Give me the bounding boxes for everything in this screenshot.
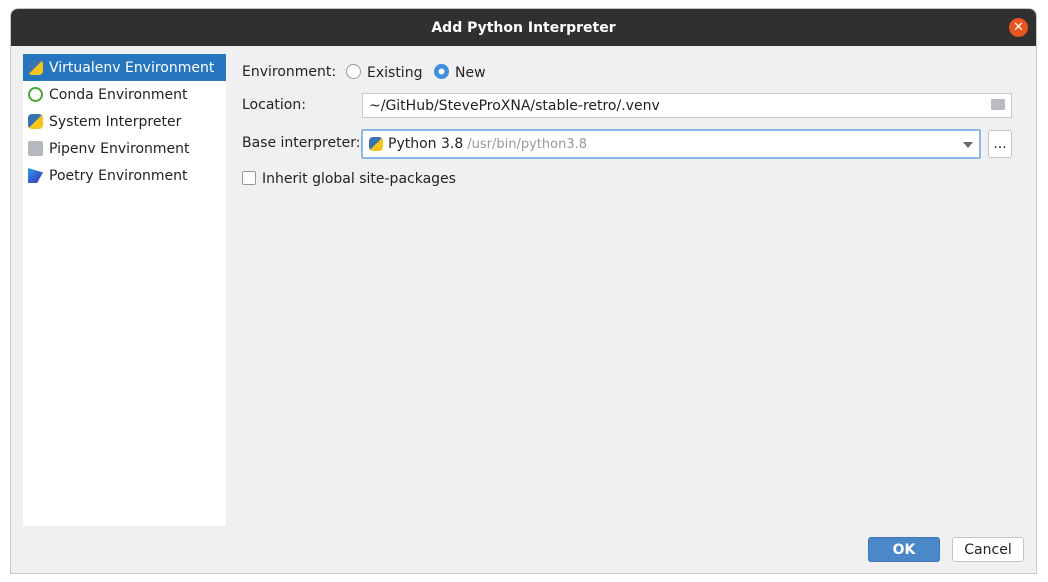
- sidebar-item-label: Poetry Environment: [49, 167, 188, 184]
- conda-icon: [28, 87, 43, 102]
- inherit-checkbox[interactable]: Inherit global site-packages: [242, 171, 456, 187]
- inherit-label: Inherit global site-packages: [262, 171, 456, 187]
- new-label: New: [455, 65, 486, 81]
- sidebar-item-label: Conda Environment: [49, 86, 188, 103]
- python-icon: [28, 114, 43, 129]
- radio-icon: [346, 64, 361, 79]
- existing-radio[interactable]: Existing: [346, 64, 422, 81]
- sidebar-item-label: Virtualenv Environment: [49, 59, 215, 76]
- location-label: Location:: [242, 97, 306, 113]
- title-bar: Add Python Interpreter: [11, 9, 1036, 46]
- new-radio[interactable]: New: [434, 64, 486, 81]
- cancel-button[interactable]: Cancel: [952, 537, 1024, 562]
- interpreter-path: /usr/bin/python3.8: [467, 136, 587, 152]
- radio-selected-icon: [434, 64, 449, 79]
- virtualenv-icon: [28, 60, 43, 75]
- sidebar-item-conda[interactable]: Conda Environment: [23, 81, 226, 108]
- poetry-icon: [28, 168, 43, 183]
- close-button[interactable]: ✕: [1009, 18, 1028, 37]
- sidebar-item-label: Pipenv Environment: [49, 140, 190, 157]
- sidebar-item-virtualenv[interactable]: Virtualenv Environment: [23, 54, 226, 81]
- sidebar-item-pipenv[interactable]: Pipenv Environment: [23, 135, 226, 162]
- sidebar-item-label: System Interpreter: [49, 113, 182, 130]
- base-interpreter-label: Base interpreter:: [242, 135, 361, 151]
- base-interpreter-select[interactable]: Python 3.8 /usr/bin/python3.8: [361, 129, 981, 159]
- sidebar-item-system[interactable]: System Interpreter: [23, 108, 226, 135]
- interpreter-name: Python 3.8: [388, 136, 464, 152]
- sidebar-item-poetry[interactable]: Poetry Environment: [23, 162, 226, 189]
- python-icon: [369, 137, 383, 151]
- environment-label: Environment:: [242, 64, 337, 80]
- dialog-title: Add Python Interpreter: [431, 19, 616, 36]
- browse-interpreter-button[interactable]: ...: [988, 130, 1012, 158]
- pipenv-icon: [28, 141, 43, 156]
- location-value: ~/GitHub/SteveProXNA/stable-retro/.venv: [369, 97, 660, 114]
- folder-icon[interactable]: [991, 99, 1005, 110]
- environment-type-list: Virtualenv Environment Conda Environment…: [23, 54, 226, 526]
- location-input[interactable]: ~/GitHub/SteveProXNA/stable-retro/.venv: [362, 93, 1012, 118]
- existing-label: Existing: [367, 65, 423, 81]
- chevron-down-icon: [963, 142, 973, 148]
- dialog-window: Add Python Interpreter ✕ Virtualenv Envi…: [10, 8, 1037, 574]
- checkbox-icon: [242, 171, 256, 185]
- ok-button[interactable]: OK: [868, 537, 940, 562]
